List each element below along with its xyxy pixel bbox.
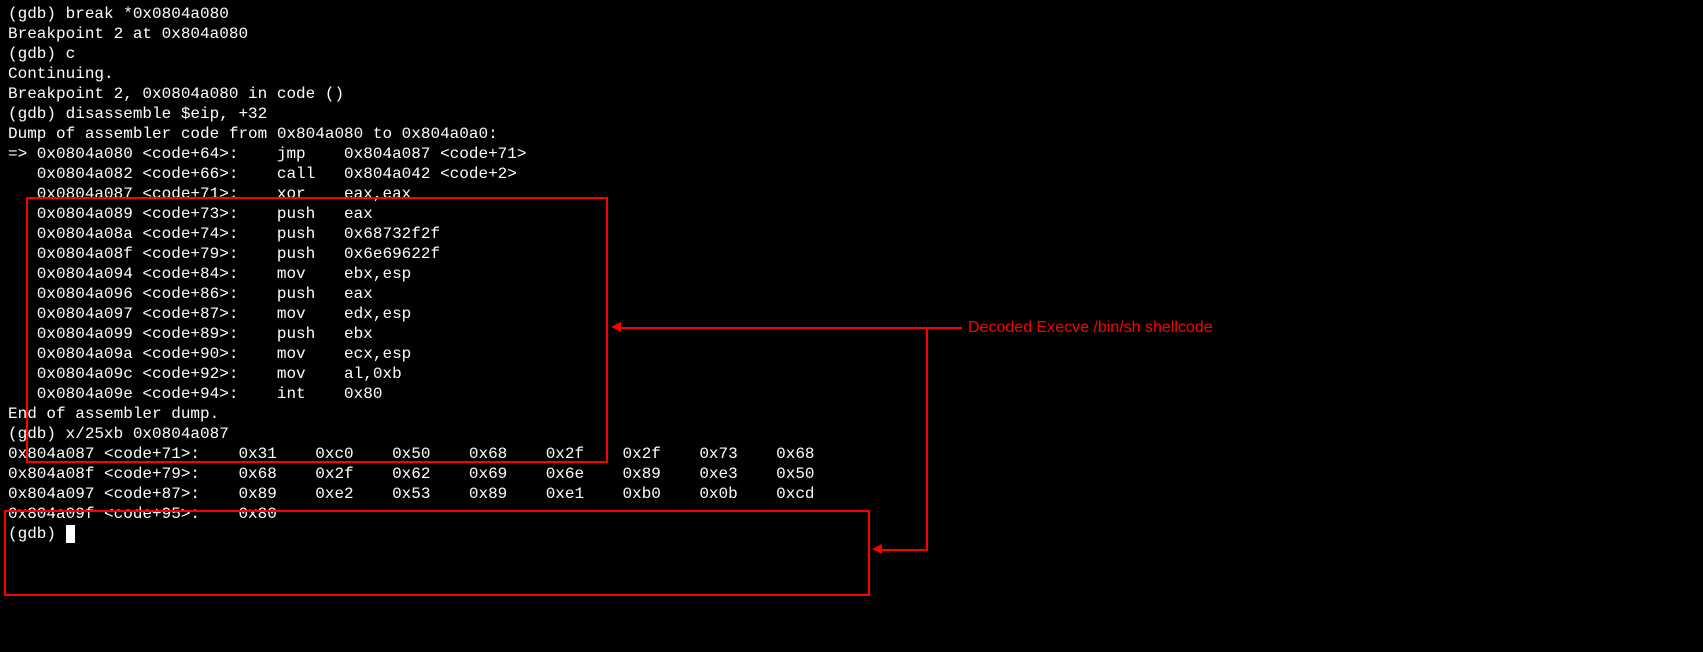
disasm-line: 0x0804a089 <code+73>: push eax: [8, 204, 1695, 224]
disasm-line: 0x0804a087 <code+71>: xor eax,eax: [8, 184, 1695, 204]
gdb-output-line: Breakpoint 2 at 0x804a080: [8, 24, 1695, 44]
gdb-output-line: (gdb) c: [8, 44, 1695, 64]
disasm-line: 0x0804a09a <code+90>: mov ecx,esp: [8, 344, 1695, 364]
gdb-output-line: End of assembler dump.: [8, 404, 1695, 424]
disasm-line: 0x0804a097 <code+87>: mov edx,esp: [8, 304, 1695, 324]
arrow-to-hexdump: [882, 549, 928, 551]
disasm-line: 0x0804a08f <code+79>: push 0x6e69622f: [8, 244, 1695, 264]
gdb-output-line: (gdb) x/25xb 0x0804a087: [8, 424, 1695, 444]
gdb-output-line: (gdb) break *0x0804a080: [8, 4, 1695, 24]
gdb-output-line: Breakpoint 2, 0x0804a080 in code (): [8, 84, 1695, 104]
annotation-label: Decoded Execve /bin/sh shellcode: [968, 318, 1213, 338]
gdb-output-line: (gdb) disassemble $eip, +32: [8, 104, 1695, 124]
hexdump-line: 0x804a09f <code+95>: 0x80: [8, 504, 1695, 524]
arrow-head-hexdump: [872, 544, 882, 554]
gdb-output-line: Dump of assembler code from 0x804a080 to…: [8, 124, 1695, 144]
disasm-line: => 0x0804a080 <code+64>: jmp 0x804a087 <…: [8, 144, 1695, 164]
disasm-line: 0x0804a094 <code+84>: mov ebx,esp: [8, 264, 1695, 284]
hexdump-line: 0x804a097 <code+87>: 0x89 0xe2 0x53 0x89…: [8, 484, 1695, 504]
gdb-terminal[interactable]: (gdb) break *0x0804a080Breakpoint 2 at 0…: [8, 4, 1695, 544]
hexdump-line: 0x804a08f <code+79>: 0x68 0x2f 0x62 0x69…: [8, 464, 1695, 484]
disasm-line: 0x0804a096 <code+86>: push eax: [8, 284, 1695, 304]
disasm-line: 0x0804a09c <code+92>: mov al,0xb: [8, 364, 1695, 384]
disasm-line: 0x0804a082 <code+66>: call 0x804a042 <co…: [8, 164, 1695, 184]
hexdump-line: 0x804a087 <code+71>: 0x31 0xc0 0x50 0x68…: [8, 444, 1695, 464]
disasm-line: 0x0804a099 <code+89>: push ebx: [8, 324, 1695, 344]
cursor: [66, 525, 75, 543]
disasm-line: 0x0804a08a <code+74>: push 0x68732f2f: [8, 224, 1695, 244]
gdb-prompt[interactable]: (gdb): [8, 524, 1695, 544]
disasm-line: 0x0804a09e <code+94>: int 0x80: [8, 384, 1695, 404]
gdb-output-line: Continuing.: [8, 64, 1695, 84]
